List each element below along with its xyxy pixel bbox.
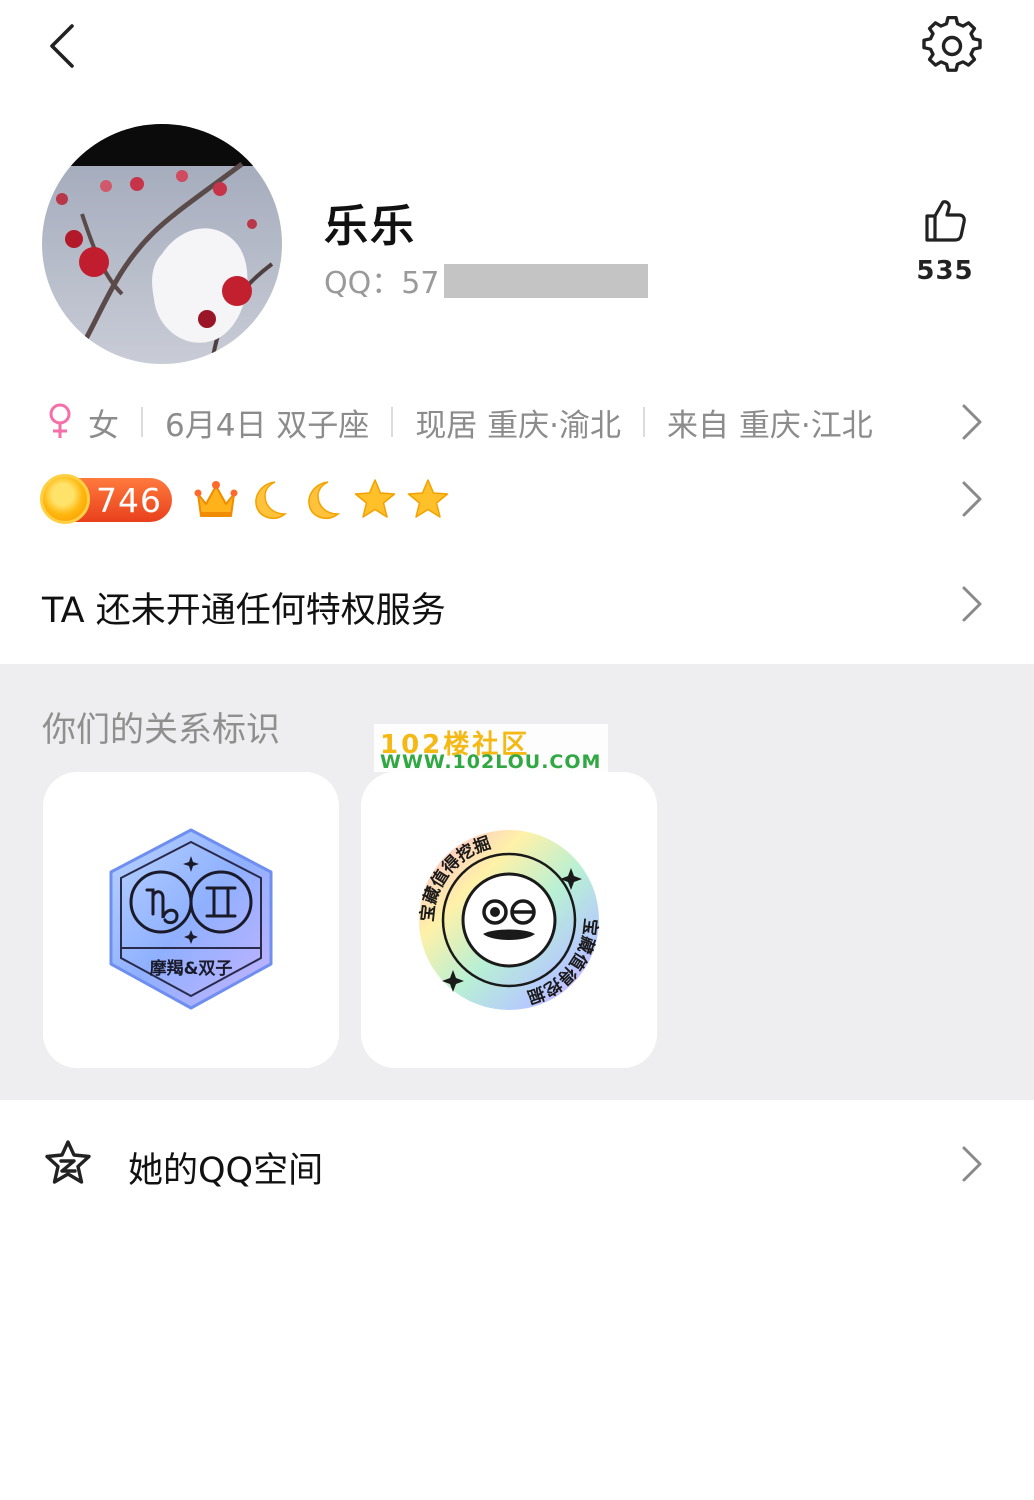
- female-icon: [49, 403, 71, 438]
- qq-zone-label: 她的QQ空间: [128, 1151, 324, 1191]
- privilege-text: TA 还未开通任何特权服务: [42, 591, 446, 631]
- relationship-section: 你们的关系标识 摩羯&双子 宝藏值得挖掘 宝藏值得挖掘 102楼社区 WWW.1…: [0, 664, 1034, 1100]
- sun-icon: [40, 474, 90, 524]
- gender-text: 女: [88, 407, 119, 444]
- relationship-title: 你们的关系标识: [42, 710, 280, 750]
- divider: [643, 407, 646, 437]
- zodiac-badge-label: 摩羯&双子: [150, 958, 233, 979]
- chevron-right-icon[interactable]: [956, 479, 986, 519]
- moon-icon: [308, 481, 341, 520]
- qq-zone-row[interactable]: 她的QQ空间: [0, 1112, 1034, 1216]
- site-watermark: 102楼社区 WWW.102LOU.COM: [374, 724, 608, 773]
- relationship-badge-card[interactable]: 宝藏值得挖掘 宝藏值得挖掘: [361, 772, 657, 1068]
- like-button[interactable]: 535: [900, 196, 990, 296]
- top-bar: [0, 0, 1034, 100]
- gear-icon[interactable]: [922, 16, 982, 76]
- nickname: 乐乐: [324, 201, 416, 252]
- qq-level-row[interactable]: 746: [40, 470, 992, 530]
- profile-info-row[interactable]: 女 6月4日 双子座 现居 重庆·渝北 来自 重庆·江北: [42, 392, 992, 452]
- like-count: 535: [916, 256, 974, 286]
- qq-number: QQ：57: [324, 266, 440, 301]
- avatar[interactable]: [42, 124, 282, 364]
- qzone-star-icon: [45, 1140, 91, 1184]
- chevron-right-icon[interactable]: [956, 402, 986, 442]
- relationship-badge-card[interactable]: 摩羯&双子: [43, 772, 339, 1068]
- hometown-text: 来自 重庆·江北: [667, 407, 873, 444]
- thumbs-up-icon: [925, 200, 966, 242]
- crown-icon: [194, 481, 238, 517]
- divider: [141, 407, 143, 437]
- moon-icon: [255, 481, 288, 520]
- star-icon: [407, 479, 449, 518]
- watermark-url: WWW.102LOU.COM: [380, 751, 602, 773]
- back-icon[interactable]: [36, 18, 92, 74]
- level-badge: 746: [40, 474, 172, 524]
- birthday-text: 6月4日 双子座: [165, 407, 370, 444]
- star-icon: [354, 479, 396, 518]
- privilege-row[interactable]: TA 还未开通任何特权服务: [0, 560, 1034, 660]
- avatar-image: [42, 124, 282, 364]
- chevron-right-icon: [962, 586, 982, 622]
- level-value: 746: [96, 481, 162, 520]
- treasure-badge: 宝藏值得挖掘 宝藏值得挖掘: [417, 830, 601, 1010]
- chevron-right-icon: [962, 1146, 982, 1182]
- zodiac-capricorn-gemini-badge: 摩羯&双子: [109, 828, 273, 1010]
- residence-text: 现居 重庆·渝北: [415, 407, 622, 444]
- qq-number-redaction: [444, 264, 648, 298]
- divider: [391, 407, 394, 437]
